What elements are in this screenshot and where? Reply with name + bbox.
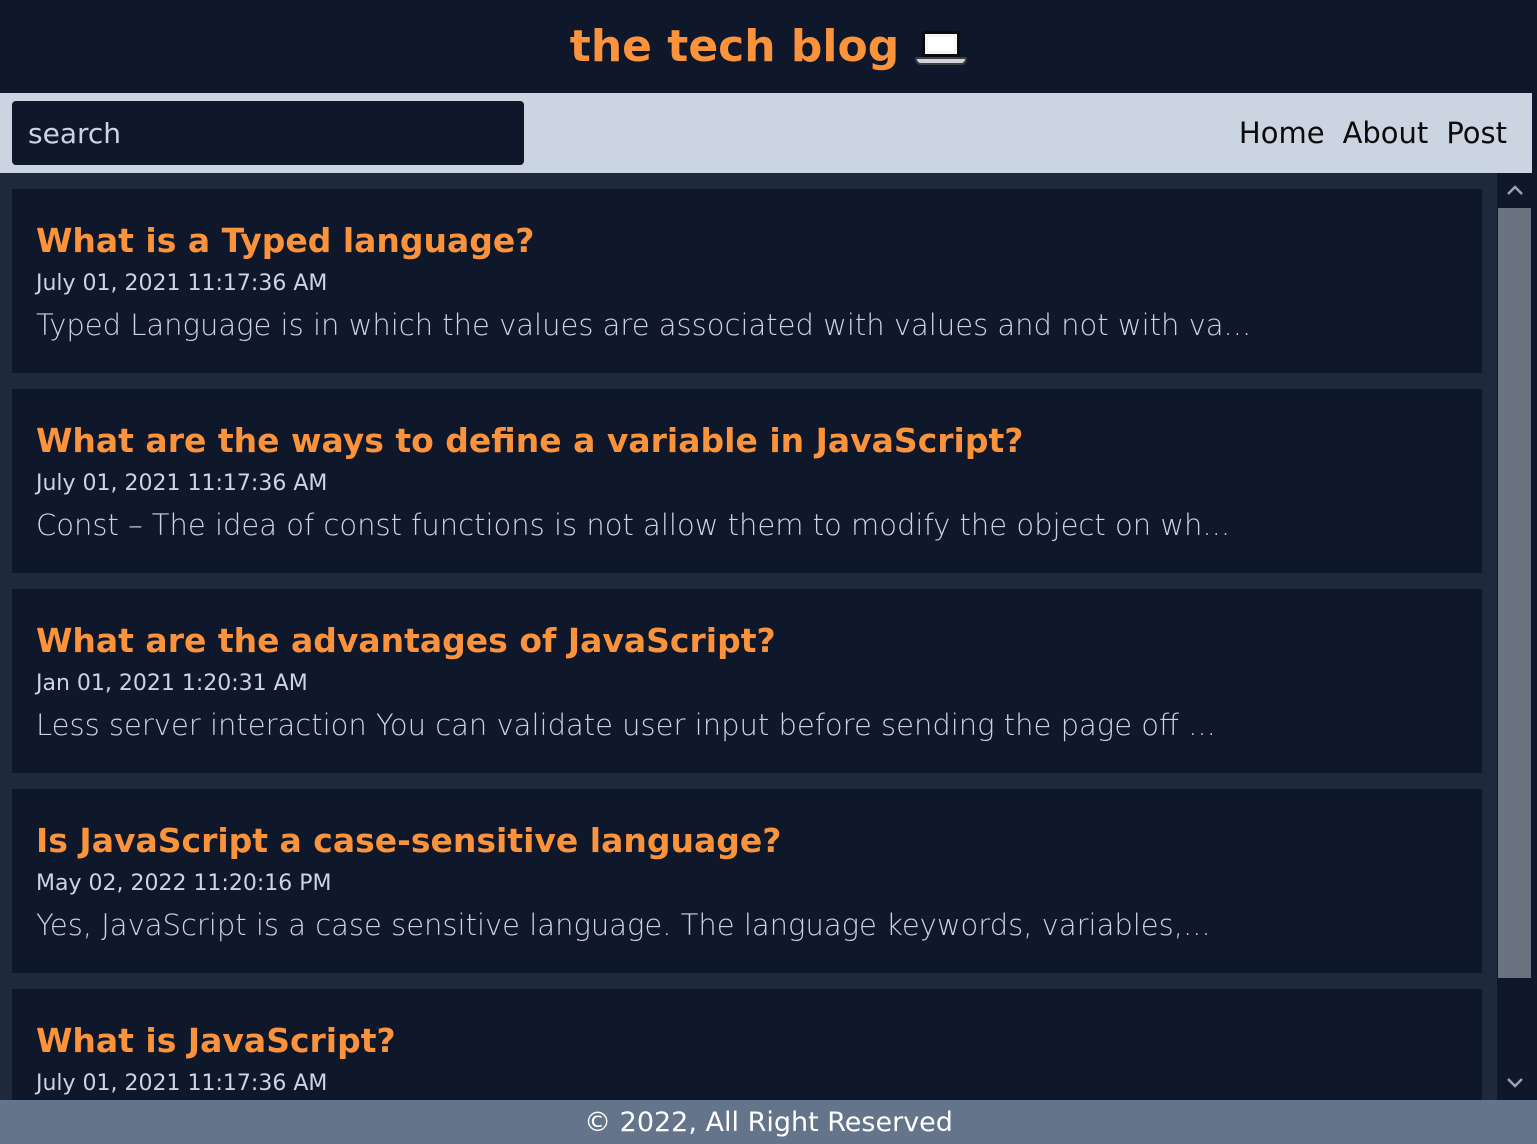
post-excerpt: Less server interaction You can validate… (36, 708, 1216, 742)
post-title[interactable]: What are the ways to define a variable i… (36, 421, 1458, 461)
post-card[interactable]: What are the advantages of JavaScript? J… (12, 589, 1482, 773)
post-date: May 02, 2022 11:20:16 PM (36, 871, 332, 896)
site-header: the tech blog (0, 0, 1537, 93)
post-card[interactable]: What is a Typed language? July 01, 2021 … (12, 189, 1482, 373)
site-title[interactable]: the tech blog (569, 21, 968, 72)
scroll-up-arrow-icon[interactable] (1497, 173, 1532, 207)
post-card[interactable]: What are the ways to define a variable i… (12, 389, 1482, 573)
post-date: Jan 01, 2021 1:20:31 AM (36, 671, 308, 696)
scrollbar[interactable] (1497, 173, 1532, 1100)
site-footer: © 2022, All Right Reserved (0, 1100, 1537, 1144)
site-title-text: the tech blog (569, 21, 900, 72)
post-excerpt: Typed Language is in which the values ar… (36, 308, 1252, 342)
search-input[interactable] (12, 101, 524, 165)
nav-links: Home About Post (1239, 93, 1507, 173)
navbar: Home About Post (0, 93, 1537, 173)
nav-link-post[interactable]: Post (1446, 116, 1507, 150)
post-card[interactable]: What is JavaScript? July 01, 2021 11:17:… (12, 989, 1482, 1100)
scroll-thumb[interactable] (1498, 208, 1531, 978)
nav-link-home[interactable]: Home (1239, 116, 1325, 150)
post-date: July 01, 2021 11:17:36 AM (36, 471, 328, 496)
post-title[interactable]: What are the advantages of JavaScript? (36, 621, 1458, 661)
post-feed: What is a Typed language? July 01, 2021 … (0, 173, 1537, 1100)
copyright-text: © 2022, All Right Reserved (584, 1106, 953, 1138)
post-date: July 01, 2021 11:17:36 AM (36, 271, 328, 296)
post-title[interactable]: What is JavaScript? (36, 1021, 1458, 1061)
post-card[interactable]: Is JavaScript a case-sensitive language?… (12, 789, 1482, 973)
post-title[interactable]: What is a Typed language? (36, 221, 1458, 261)
window-edge (1532, 0, 1537, 1144)
post-date: July 01, 2021 11:17:36 AM (36, 1071, 328, 1096)
post-list: What is a Typed language? July 01, 2021 … (12, 189, 1482, 1100)
laptop-icon (915, 29, 968, 69)
post-excerpt: Yes, JavaScript is a case sensitive lang… (36, 908, 1211, 942)
scroll-down-arrow-icon[interactable] (1497, 1066, 1532, 1100)
nav-link-about[interactable]: About (1343, 116, 1429, 150)
post-title[interactable]: Is JavaScript a case-sensitive language? (36, 821, 1458, 861)
post-excerpt: Const – The idea of const functions is n… (36, 508, 1231, 542)
